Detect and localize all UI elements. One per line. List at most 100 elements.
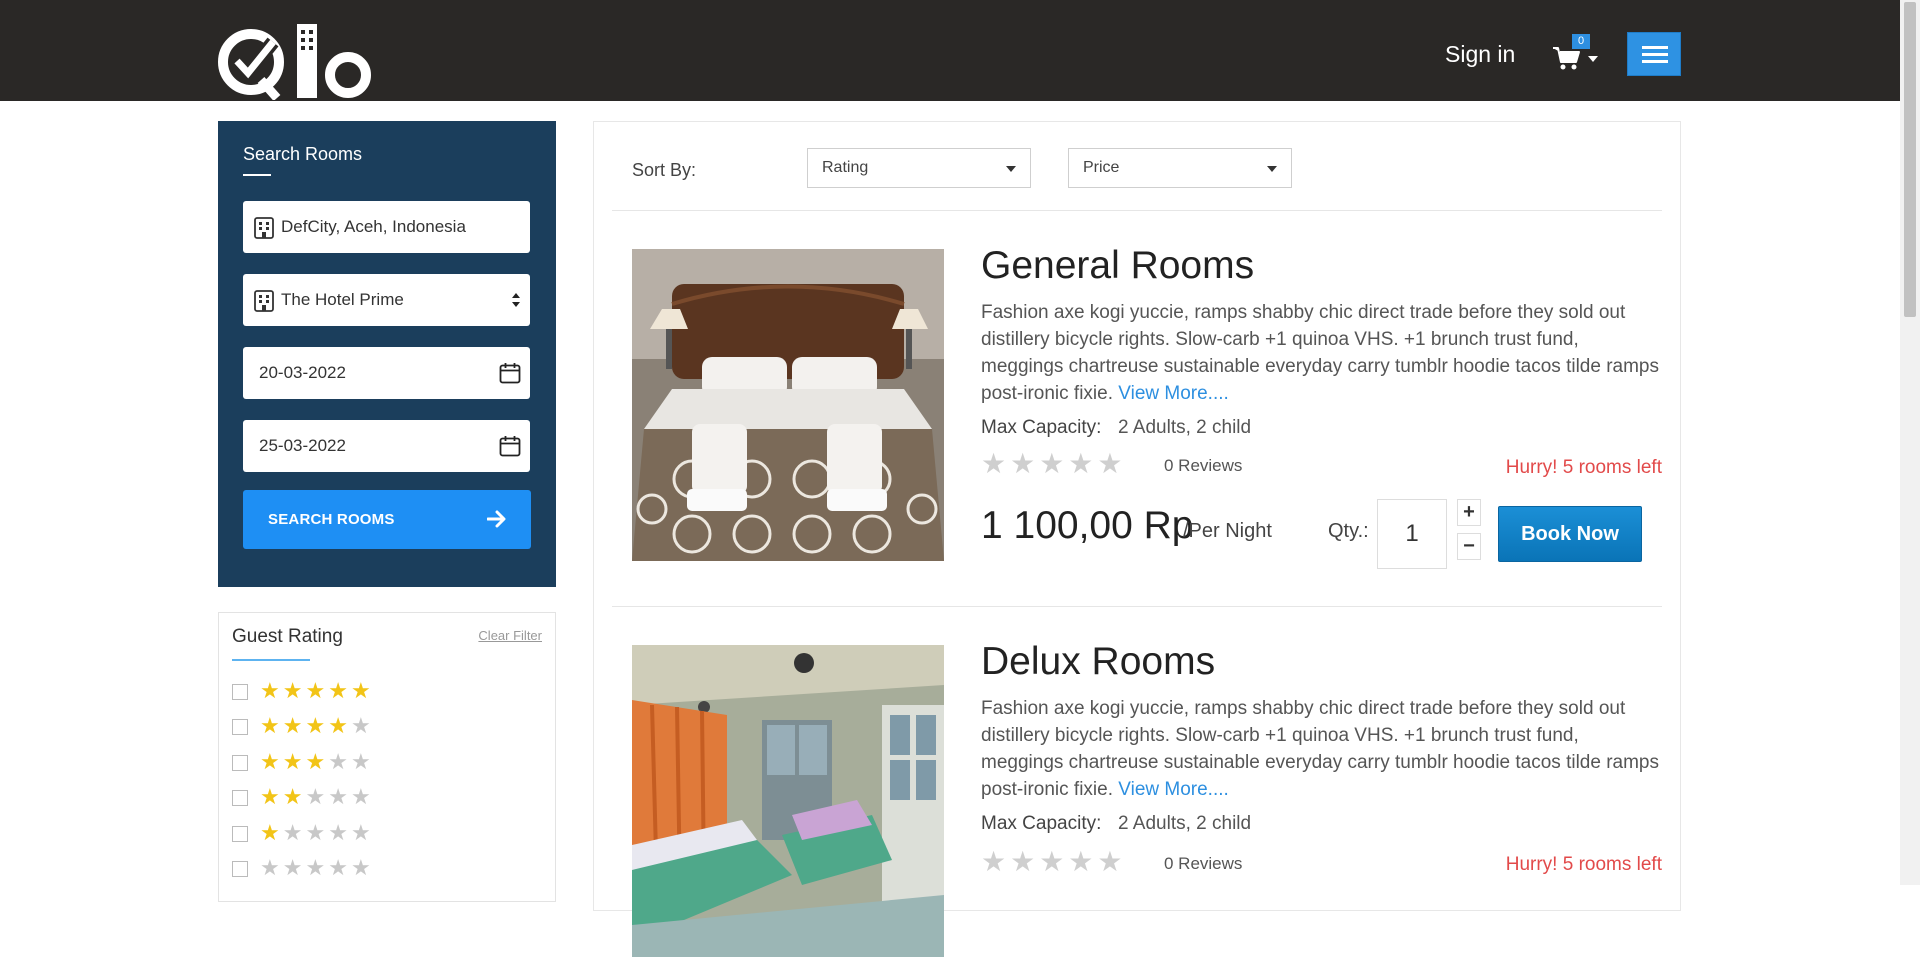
title-underline	[243, 174, 271, 176]
star-icon: ★	[260, 749, 283, 774]
sort-rating-select[interactable]: Rating	[807, 148, 1031, 188]
star-icon: ★	[350, 820, 374, 845]
hotel-select[interactable]: The Hotel Prime	[243, 274, 530, 326]
star-icon: ★	[350, 678, 374, 703]
rating-stars: ★★★★★	[260, 751, 374, 773]
check-out-value: 25-03-2022	[259, 436, 346, 455]
star-icon: ★	[260, 713, 283, 738]
room-card: Delux Rooms Fashion axe kogi yuccie, ram…	[632, 640, 1662, 975]
rating-checkbox[interactable]	[232, 684, 248, 700]
cart-icon	[1553, 47, 1580, 70]
search-rooms-button[interactable]: SEARCH ROOMS	[243, 490, 531, 549]
rating-option-5[interactable]: ★★★★★	[232, 680, 432, 703]
star-icon: ★	[305, 713, 329, 738]
review-count: 0 Reviews	[1164, 854, 1243, 873]
star-icon: ★	[328, 855, 351, 880]
search-rooms-panel: Search Rooms DefCity, Aceh, Indonesia Th…	[218, 121, 556, 587]
cart-button[interactable]: 0	[1552, 34, 1602, 74]
hamburger-icon-line	[1642, 60, 1668, 63]
star-icon: ★★★★★	[981, 448, 1127, 479]
sort-price-select[interactable]: Price	[1068, 148, 1292, 188]
quantity-label: Qty.:	[1328, 520, 1369, 542]
star-icon: ★	[282, 820, 306, 845]
review-count: 0 Reviews	[1164, 456, 1243, 475]
rating-checkbox[interactable]	[232, 719, 248, 735]
room-description: Fashion axe kogi yuccie, ramps shabby ch…	[981, 299, 1661, 407]
review-stars: ★★★★★	[981, 449, 1127, 479]
guest-rating-title: Guest Rating	[232, 626, 343, 647]
qlo-logo[interactable]	[217, 24, 375, 100]
rating-option-4[interactable]: ★★★★★	[232, 715, 432, 738]
room-image[interactable]	[632, 645, 944, 957]
check-out-date-field[interactable]: 25-03-2022	[243, 420, 530, 472]
rating-option-1[interactable]: ★★★★★	[232, 822, 432, 845]
star-icon: ★	[305, 820, 329, 845]
location-value: DefCity, Aceh, Indonesia	[281, 217, 466, 236]
cart-count-badge: 0	[1572, 34, 1590, 49]
hotel-value: The Hotel Prime	[281, 290, 404, 309]
room-description-text: Fashion axe kogi yuccie, ramps shabby ch…	[981, 698, 1659, 800]
calendar-icon	[499, 436, 521, 457]
star-icon: ★	[328, 678, 351, 703]
star-icon: ★	[282, 749, 306, 774]
star-icon: ★	[350, 855, 374, 880]
check-in-date-field[interactable]: 20-03-2022	[243, 347, 530, 399]
sort-by-label: Sort By:	[632, 160, 697, 180]
hotel-icon	[254, 290, 274, 312]
quantity-decrease-button[interactable]: −	[1457, 533, 1481, 560]
star-icon: ★	[260, 855, 283, 880]
rating-option-0[interactable]: ★★★★★	[232, 857, 432, 880]
rating-stars: ★★★★★	[260, 715, 374, 737]
page-scrollbar[interactable]	[1900, 0, 1920, 885]
rating-checkbox[interactable]	[232, 861, 248, 877]
book-now-button[interactable]: Book Now	[1498, 506, 1642, 562]
room-name[interactable]: Delux Rooms	[981, 640, 1215, 684]
sort-price-value: Price	[1083, 159, 1120, 176]
rating-stars: ★★★★★	[260, 822, 374, 844]
room-image[interactable]	[632, 249, 944, 561]
star-icon: ★★★★★	[981, 846, 1127, 877]
hamburger-icon-line	[1642, 53, 1668, 56]
star-icon: ★	[350, 784, 374, 809]
star-icon: ★	[282, 678, 306, 703]
max-capacity-value: 2 Adults, 2 child	[1118, 417, 1252, 438]
per-night-label: /Per Night	[1183, 520, 1272, 542]
rating-stars: ★★★★★	[260, 786, 374, 808]
sign-in-link[interactable]: Sign in	[1445, 41, 1515, 68]
caret-down-icon	[1006, 166, 1016, 172]
title-underline	[232, 659, 310, 661]
star-icon: ★	[305, 855, 329, 880]
hamburger-menu-button[interactable]	[1627, 32, 1681, 76]
rating-stars: ★★★★★	[260, 680, 374, 702]
star-icon: ★	[328, 820, 351, 845]
search-panel-title: Search Rooms	[243, 144, 363, 164]
scrollbar-thumb[interactable]	[1904, 2, 1916, 317]
caret-down-icon	[1267, 166, 1277, 172]
room-name[interactable]: General Rooms	[981, 244, 1254, 288]
availability-notice: Hurry! 5 rooms left	[1505, 457, 1662, 478]
rating-checkbox[interactable]	[232, 790, 248, 806]
star-icon: ★	[260, 820, 283, 845]
star-icon: ★	[260, 678, 283, 703]
rating-checkbox[interactable]	[232, 826, 248, 842]
divider	[612, 606, 1662, 607]
view-more-link[interactable]: View More....	[1118, 779, 1229, 800]
clear-filter-link[interactable]: Clear Filter	[478, 628, 542, 643]
rating-option-3[interactable]: ★★★★★	[232, 751, 432, 774]
rating-checkbox[interactable]	[232, 755, 248, 771]
quantity-input[interactable]: 1	[1377, 499, 1447, 569]
hotel-icon	[254, 217, 274, 239]
view-more-link[interactable]: View More....	[1118, 383, 1229, 404]
chevron-down-icon	[1588, 56, 1598, 62]
star-icon: ★	[282, 713, 306, 738]
location-field[interactable]: DefCity, Aceh, Indonesia	[243, 201, 530, 253]
star-icon: ★	[282, 855, 306, 880]
star-icon: ★	[328, 749, 351, 774]
rating-option-2[interactable]: ★★★★★	[232, 786, 432, 809]
star-icon: ★	[328, 713, 351, 738]
room-card: General Rooms Fashion axe kogi yuccie, r…	[632, 244, 1662, 579]
room-description: Fashion axe kogi yuccie, ramps shabby ch…	[981, 695, 1661, 803]
star-icon: ★	[350, 713, 374, 738]
sort-rating-value: Rating	[822, 159, 869, 176]
quantity-increase-button[interactable]: +	[1457, 499, 1481, 526]
